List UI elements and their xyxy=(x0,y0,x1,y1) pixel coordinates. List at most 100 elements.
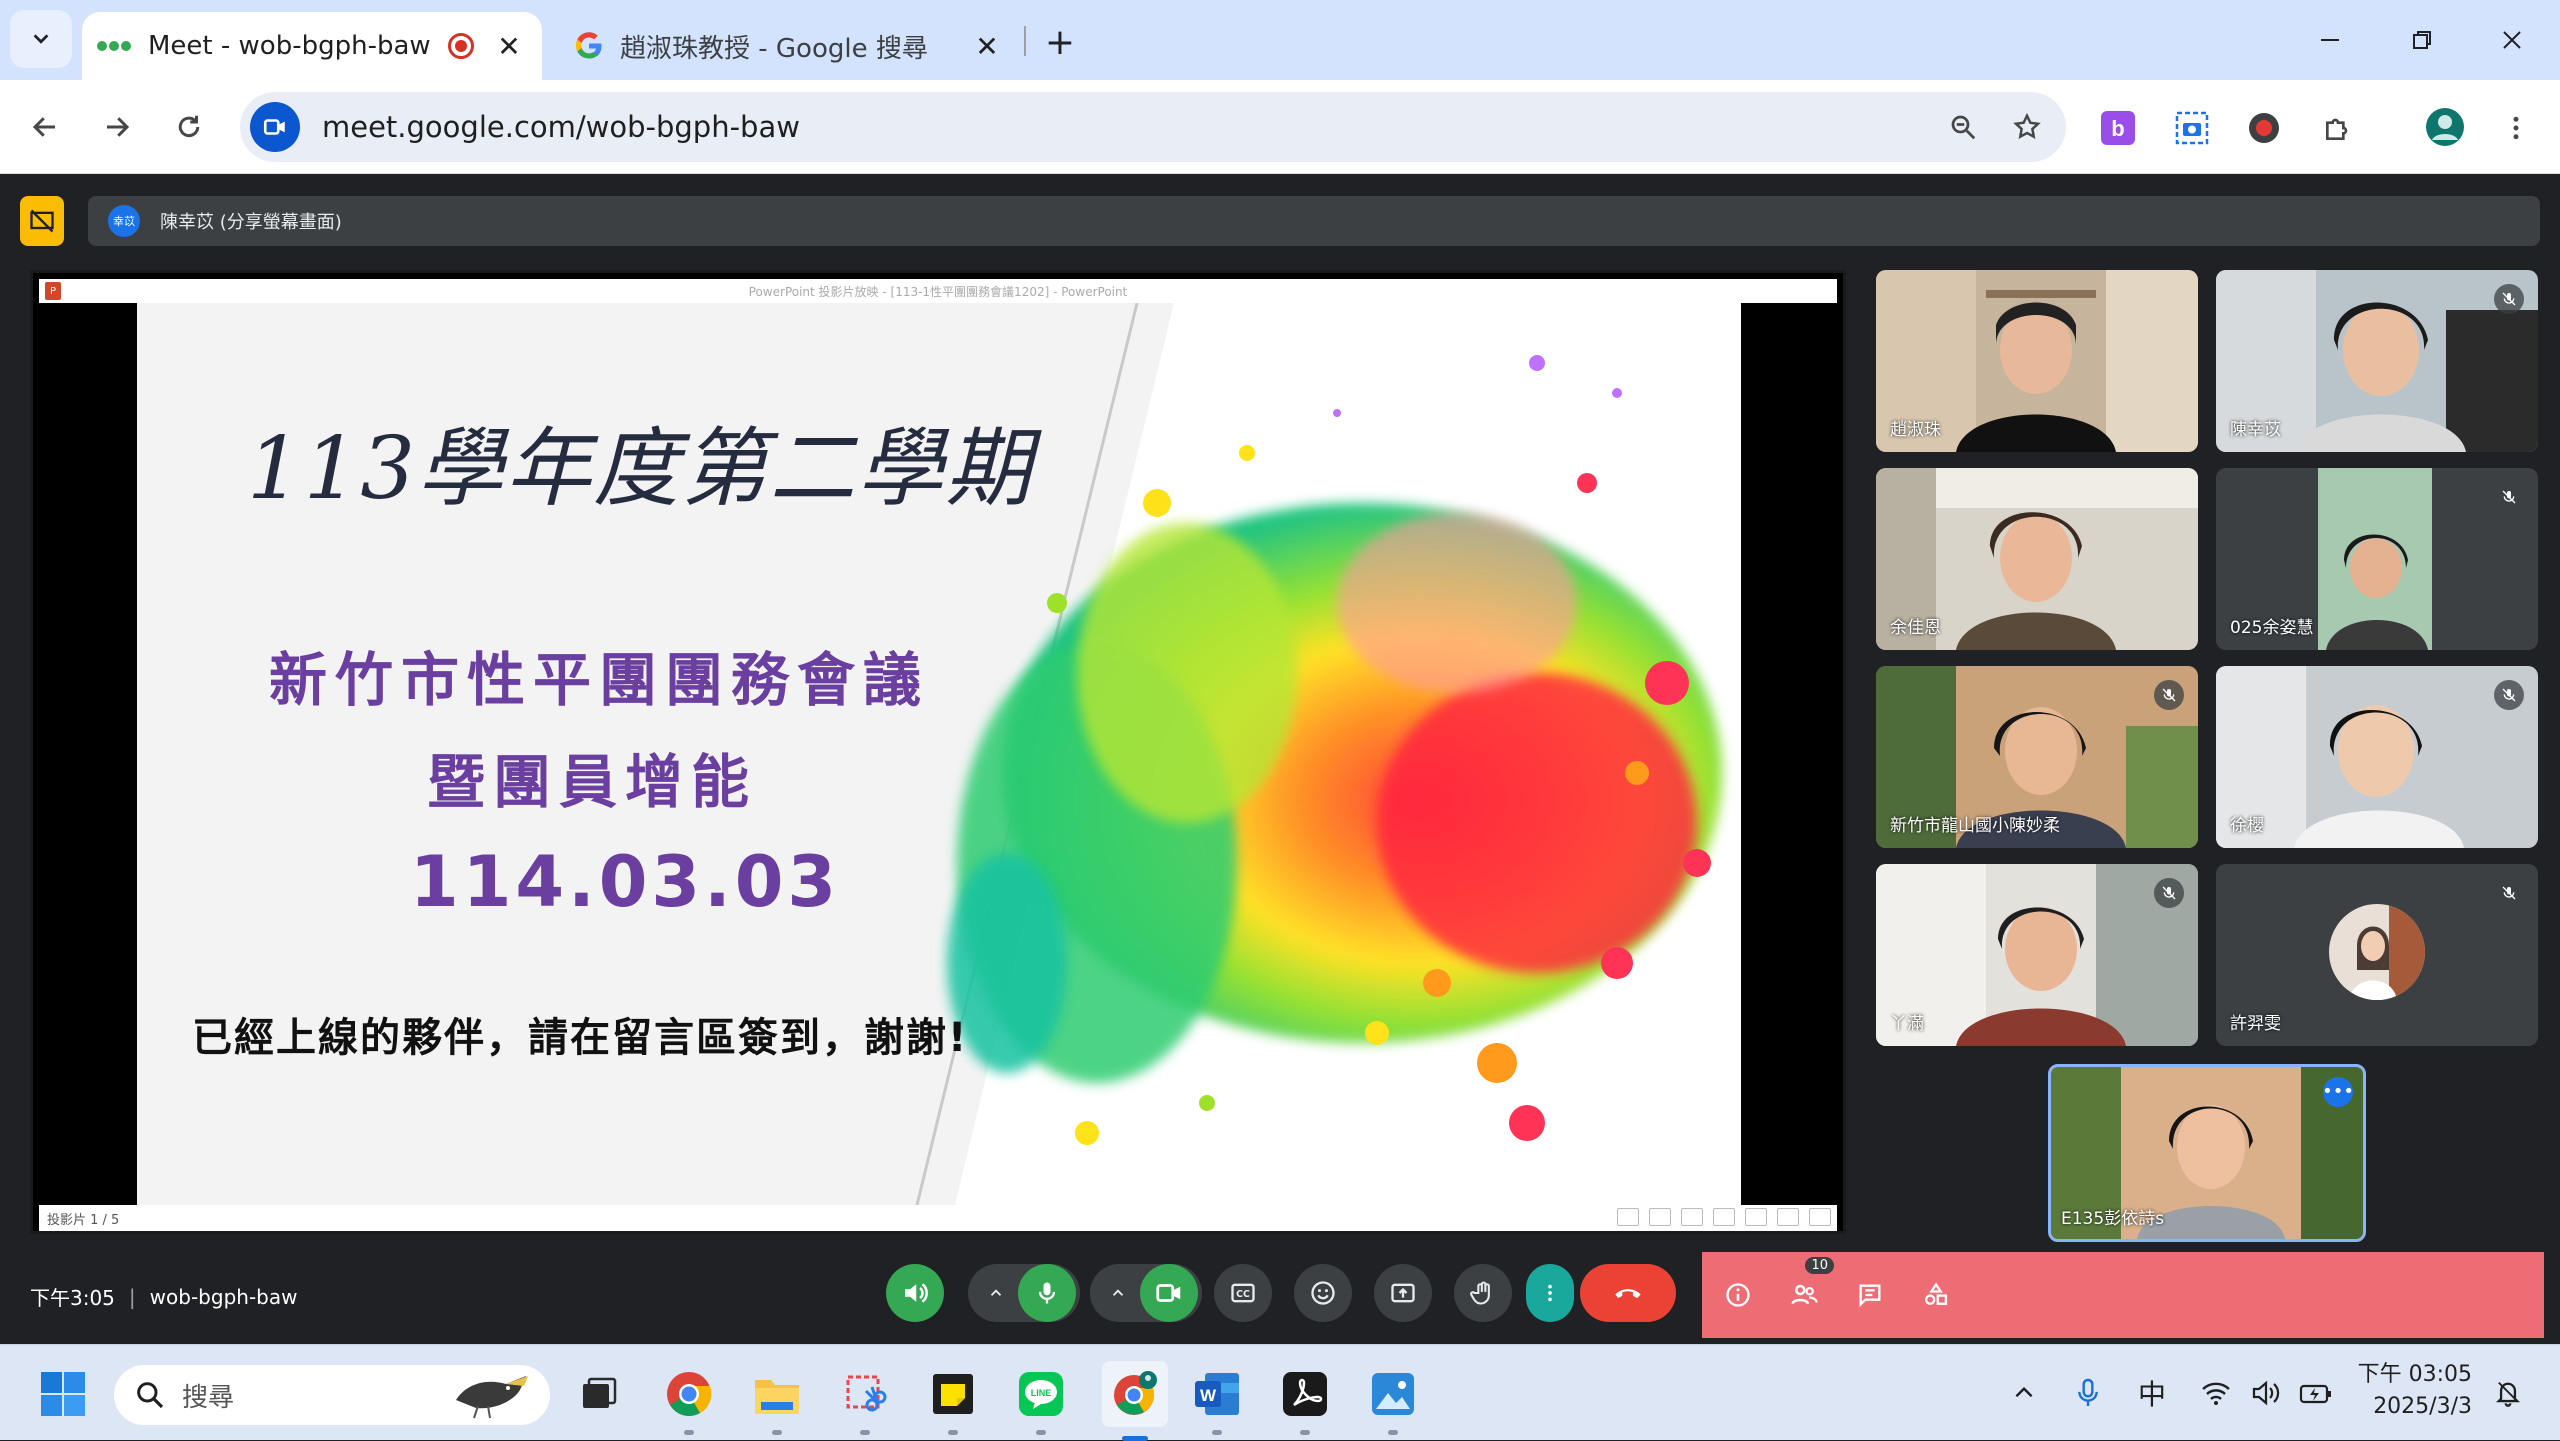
clock[interactable]: 下午 03:05 2025/3/3 xyxy=(2352,1359,2472,1423)
extension-record-button[interactable] xyxy=(2242,106,2286,150)
audio-options-button[interactable] xyxy=(976,1264,1016,1322)
taskbar-acrobat[interactable] xyxy=(1278,1367,1332,1435)
minimize-button[interactable] xyxy=(2300,18,2360,62)
taskbar-sticky-notes[interactable] xyxy=(926,1367,980,1435)
next-slide-button[interactable] xyxy=(1681,1208,1703,1226)
taskbar-photos[interactable] xyxy=(1366,1367,1420,1435)
close-tab-button[interactable]: ✕ xyxy=(972,30,1002,63)
slideshow-view-button[interactable] xyxy=(1809,1208,1831,1226)
chevron-up-icon xyxy=(1112,1289,1124,1296)
video-options-button[interactable] xyxy=(1098,1264,1138,1322)
avatar-icon xyxy=(2426,108,2464,146)
raise-hand-button[interactable] xyxy=(1454,1264,1512,1322)
close-window-button[interactable] xyxy=(2482,18,2542,62)
hang-up-icon xyxy=(1615,1289,1641,1298)
running-indicator xyxy=(860,1430,870,1435)
participant-tile[interactable]: 許羿雯 xyxy=(2216,864,2538,1046)
extensions-button[interactable] xyxy=(2316,106,2360,150)
meet-dots-icon xyxy=(97,41,131,51)
present-button[interactable] xyxy=(1374,1264,1432,1322)
participant-tile[interactable]: 新竹市龍山國小陳妙柔 xyxy=(1876,666,2198,848)
video-feed-image xyxy=(1876,864,2198,1046)
taskbar-word[interactable]: W xyxy=(1190,1367,1244,1435)
taskbar-chrome[interactable] xyxy=(662,1367,716,1435)
participant-tile[interactable]: 趙淑珠 xyxy=(1876,270,2198,452)
speaker-button[interactable] xyxy=(886,1264,944,1322)
captions-button[interactable]: CC xyxy=(1214,1264,1272,1322)
participant-tile[interactable]: 余佳恩 xyxy=(1876,468,2198,650)
normal-view-button[interactable] xyxy=(1713,1208,1735,1226)
participant-tile[interactable]: 陳幸苡 xyxy=(2216,270,2538,452)
input-method-indicator[interactable]: 中 xyxy=(2130,1371,2174,1415)
restore-button[interactable] xyxy=(2392,18,2452,62)
tab-google-search[interactable]: 趙淑珠教授 - Google 搜尋 ✕ xyxy=(560,12,1020,80)
browser-toolbar: meet.google.com/wob-bgph-baw b xyxy=(0,80,2560,174)
taskbar-chrome-profile[interactable] xyxy=(1102,1361,1168,1441)
self-view-options-button[interactable]: ••• xyxy=(2322,1077,2354,1107)
browser-menu-button[interactable] xyxy=(2494,106,2538,150)
zoom-button[interactable] xyxy=(1938,102,1988,152)
stop-presenting-button[interactable] xyxy=(20,196,64,246)
reactions-button[interactable] xyxy=(1294,1264,1352,1322)
slide-subtitle-1: 新竹市性平團團務會議 xyxy=(269,646,930,714)
back-arrow-icon xyxy=(32,117,55,137)
taskbar-line[interactable]: LINE xyxy=(1014,1367,1068,1435)
forward-button[interactable] xyxy=(92,102,142,152)
more-options-button[interactable] xyxy=(1526,1264,1574,1322)
address-bar[interactable]: meet.google.com/wob-bgph-baw xyxy=(240,92,2066,162)
site-info-button[interactable] xyxy=(250,102,300,152)
tab-search-button[interactable] xyxy=(10,10,72,68)
tray-battery[interactable] xyxy=(2294,1371,2338,1415)
notifications-button[interactable] xyxy=(2486,1371,2530,1415)
reload-button[interactable] xyxy=(164,102,214,152)
camera-button[interactable] xyxy=(1140,1264,1198,1322)
profile-button[interactable] xyxy=(2420,102,2470,152)
tray-volume[interactable] xyxy=(2244,1371,2288,1415)
taskbar-snipping-tool[interactable] xyxy=(838,1367,892,1435)
google-g-icon xyxy=(575,32,602,59)
tray-network[interactable] xyxy=(2194,1371,2238,1415)
participant-tile[interactable]: 徐櫻 xyxy=(2216,666,2538,848)
back-button[interactable] xyxy=(20,102,70,152)
people-button[interactable]: 10 xyxy=(1782,1257,1834,1317)
reading-view-button[interactable] xyxy=(1777,1208,1799,1226)
participant-tile[interactable]: 丫滿 xyxy=(1876,864,2198,1046)
bookmark-button[interactable] xyxy=(2002,102,2052,152)
sorter-view-button[interactable] xyxy=(1745,1208,1767,1226)
taskbar-file-explorer[interactable] xyxy=(750,1367,804,1435)
participant-tile[interactable]: 025余姿慧 xyxy=(2216,468,2538,650)
volume-icon xyxy=(905,1283,928,1303)
slide-menu-button[interactable] xyxy=(1649,1208,1671,1226)
self-view-tile[interactable]: ••• E135彭依詩s xyxy=(2048,1064,2366,1242)
microphone-button[interactable] xyxy=(1018,1264,1076,1322)
present-off-icon xyxy=(30,209,54,233)
slide-counter: 投影片 1 / 5 xyxy=(47,1212,120,1228)
extension-b-button[interactable]: b xyxy=(2096,106,2140,150)
chat-button[interactable] xyxy=(1848,1273,1892,1317)
taskbar-search[interactable]: 搜尋 xyxy=(114,1365,550,1425)
tab-meet[interactable]: Meet - wob-bgph-baw ✕ xyxy=(82,12,542,80)
show-hidden-icons-button[interactable] xyxy=(2002,1371,2046,1415)
new-tab-button[interactable]: + xyxy=(1036,18,1084,66)
participant-name: 新竹市龍山國小陳妙柔 xyxy=(1890,816,2060,836)
slide-date: 114.03.03 xyxy=(410,841,841,923)
prev-slide-button[interactable] xyxy=(1617,1208,1639,1226)
svg-text:LINE: LINE xyxy=(1031,1388,1052,1398)
leave-call-button[interactable] xyxy=(1580,1264,1676,1322)
more-vertical-icon xyxy=(1548,1284,1552,1302)
meeting-details-button[interactable] xyxy=(1716,1273,1760,1317)
folder-icon xyxy=(755,1380,799,1414)
running-indicator xyxy=(772,1430,782,1435)
participant-name: 余佳恩 xyxy=(1890,618,1941,638)
side-controls: 10 xyxy=(1702,1252,2544,1338)
task-view-button[interactable] xyxy=(572,1367,626,1421)
powerpoint-statusbar: 投影片 1 / 5 xyxy=(39,1205,1837,1231)
close-tab-button[interactable]: ✕ xyxy=(494,30,524,63)
recording-icon xyxy=(448,33,474,59)
extension-screenshot-button[interactable] xyxy=(2170,106,2214,150)
speaker-icon xyxy=(2252,1380,2280,1406)
activities-button[interactable] xyxy=(1914,1273,1958,1317)
tray-microphone[interactable] xyxy=(2066,1371,2110,1415)
camera-icon xyxy=(2175,111,2209,145)
start-button[interactable] xyxy=(36,1367,90,1421)
